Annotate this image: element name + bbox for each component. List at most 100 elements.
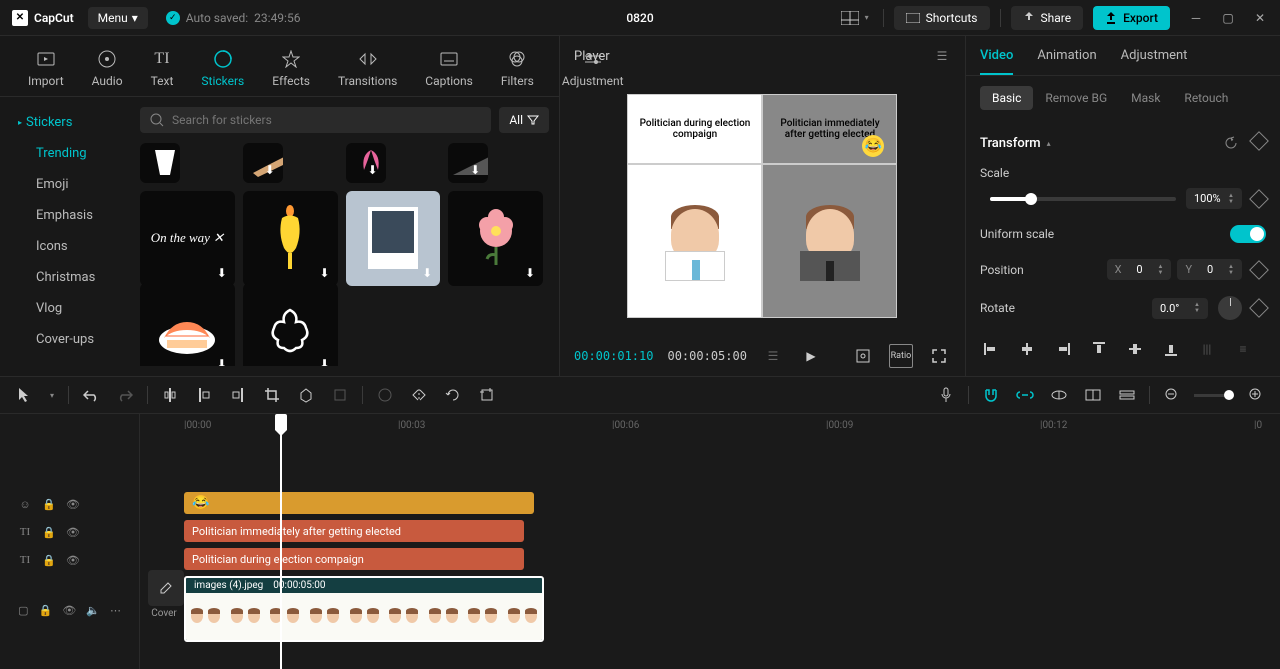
share-button[interactable]: Share <box>1011 6 1084 30</box>
video-track-icon[interactable]: ▢ <box>18 603 29 617</box>
tab-effects[interactable]: Effects <box>258 44 324 96</box>
lock-icon[interactable]: 🔒 <box>42 553 56 567</box>
zoom-out-button[interactable] <box>1160 383 1184 407</box>
sticker-item[interactable]: ⬇ <box>243 191 338 286</box>
crop-button[interactable] <box>260 383 284 407</box>
align-center-v-button[interactable] <box>1124 338 1146 360</box>
tab-audio[interactable]: Audio <box>78 44 137 96</box>
menu-button[interactable]: Menu ▾ <box>88 7 148 29</box>
marker-button[interactable] <box>294 383 318 407</box>
sidebar-item-christmas[interactable]: Christmas <box>0 262 130 293</box>
distribute-h-button[interactable]: ||| <box>1196 338 1218 360</box>
eye-icon[interactable]: 👁 <box>66 553 80 567</box>
lock-icon[interactable]: 🔒 <box>42 497 56 511</box>
keyframe-diamond[interactable] <box>1249 131 1269 151</box>
lock-icon[interactable]: 🔒 <box>39 603 53 617</box>
transform-title[interactable]: Transform▴ <box>980 136 1051 151</box>
subtab-mask[interactable]: Mask <box>1119 86 1172 110</box>
sticker-item[interactable]: ⬇ <box>140 283 235 367</box>
more-icon[interactable]: ⋯ <box>110 603 121 617</box>
sidebar-item-emoji[interactable]: Emoji <box>0 169 130 200</box>
play-button[interactable]: ▶ <box>799 344 823 368</box>
search-box[interactable] <box>140 107 491 133</box>
crop2-button[interactable] <box>475 383 499 407</box>
text-track-1[interactable]: Politician immediately after getting ele… <box>140 518 1280 546</box>
reset-icon[interactable] <box>1222 134 1240 152</box>
search-input[interactable] <box>172 113 481 127</box>
sticker-clip[interactable]: 😂 <box>184 492 534 514</box>
snap-button[interactable] <box>1047 383 1071 407</box>
mirror-button[interactable] <box>407 383 431 407</box>
pointer-dropdown[interactable]: ▾ <box>46 383 58 407</box>
filter-all-button[interactable]: All <box>499 107 549 133</box>
download-icon[interactable]: ⬇ <box>158 161 176 179</box>
maximize-button[interactable]: ▢ <box>1220 10 1236 26</box>
zoom-slider[interactable] <box>1194 394 1234 397</box>
track-button[interactable] <box>1115 383 1139 407</box>
download-icon[interactable]: ⬇ <box>466 161 484 179</box>
split-button[interactable] <box>158 383 182 407</box>
zoom-in-button[interactable] <box>1244 383 1268 407</box>
timeline-ruler[interactable]: |00:00 |00:03 |00:06 |00:09 |00:12 |0 <box>140 414 1280 440</box>
align-center-h-button[interactable] <box>1016 338 1038 360</box>
tab-transitions[interactable]: Transitions <box>324 44 411 96</box>
sticker-item[interactable]: ⬇ <box>346 143 386 183</box>
tab-import[interactable]: Import <box>14 44 78 96</box>
fullscreen-button[interactable] <box>927 344 951 368</box>
text-track-2[interactable]: Politician during election compaign <box>140 546 1280 574</box>
tab-stickers[interactable]: Stickers <box>187 44 258 96</box>
player-menu-icon[interactable]: ☰ <box>933 47 951 65</box>
sidebar-header[interactable]: ▸Stickers <box>0 107 130 138</box>
sidebar-item-vlog[interactable]: Vlog <box>0 293 130 324</box>
scan-icon[interactable] <box>851 344 875 368</box>
link-button[interactable] <box>1013 383 1037 407</box>
rotate-dial[interactable] <box>1218 296 1242 320</box>
lock-icon[interactable]: 🔒 <box>42 525 56 539</box>
tab-animation[interactable]: Animation <box>1037 48 1096 75</box>
player-viewport[interactable]: Politician during election compaign Poli… <box>560 76 965 336</box>
tab-adjustment[interactable]: Adjustment <box>1121 48 1188 75</box>
text-track-icon[interactable]: TI <box>18 553 32 567</box>
sticker-item[interactable]: ⬇ <box>140 143 180 183</box>
sticker-item[interactable]: ⬇ <box>243 283 338 367</box>
rotate-input[interactable]: 0.0°▲▼ <box>1152 298 1208 319</box>
align-left-button[interactable] <box>980 338 1002 360</box>
sticker-track[interactable]: 😂 <box>140 490 1280 518</box>
text-track-icon[interactable]: TI <box>18 525 32 539</box>
magnet-button[interactable] <box>979 383 1003 407</box>
tab-text[interactable]: TIText <box>137 44 188 96</box>
sidebar-item-emphasis[interactable]: Emphasis <box>0 200 130 231</box>
align-bottom-button[interactable] <box>1160 338 1182 360</box>
keyframe-diamond[interactable] <box>1249 260 1269 280</box>
uniform-scale-toggle[interactable] <box>1230 225 1266 243</box>
speed-button[interactable] <box>373 383 397 407</box>
eye-icon[interactable]: 👁 <box>66 525 80 539</box>
delete-right-button[interactable] <box>226 383 250 407</box>
subtab-removebg[interactable]: Remove BG <box>1033 86 1119 110</box>
layout-button[interactable]: ▾ <box>837 7 873 29</box>
ratio-button[interactable]: Ratio <box>889 344 913 368</box>
scale-button[interactable] <box>328 383 352 407</box>
sticker-item[interactable]: ⬇ <box>448 191 543 286</box>
playhead[interactable] <box>280 414 282 669</box>
tab-captions[interactable]: Captions <box>411 44 487 96</box>
pointer-tool[interactable] <box>12 383 36 407</box>
download-icon[interactable]: ⬇ <box>521 264 539 282</box>
sidebar-item-trending[interactable]: Trending <box>0 138 130 169</box>
download-icon[interactable]: ⬇ <box>364 161 382 179</box>
video-clip[interactable]: images (4).jpeg 00:00:05:00 <box>184 576 544 642</box>
download-icon[interactable]: ⬇ <box>261 161 279 179</box>
preview-button[interactable] <box>1081 383 1105 407</box>
scale-slider[interactable] <box>990 197 1176 201</box>
undo-button[interactable] <box>79 383 103 407</box>
mute-icon[interactable]: 🔈 <box>86 603 100 617</box>
video-track[interactable]: images (4).jpeg 00:00:05:00 <box>140 574 1280 646</box>
delete-left-button[interactable] <box>192 383 216 407</box>
position-x-input[interactable]: X0▲▼ <box>1107 259 1172 280</box>
close-button[interactable]: ✕ <box>1252 10 1268 26</box>
text-clip-1[interactable]: Politician immediately after getting ele… <box>184 520 524 542</box>
keyframe-diamond[interactable] <box>1249 189 1269 209</box>
tab-filters[interactable]: Filters <box>487 44 548 96</box>
download-icon[interactable]: ⬇ <box>316 264 334 282</box>
subtab-basic[interactable]: Basic <box>980 86 1033 110</box>
